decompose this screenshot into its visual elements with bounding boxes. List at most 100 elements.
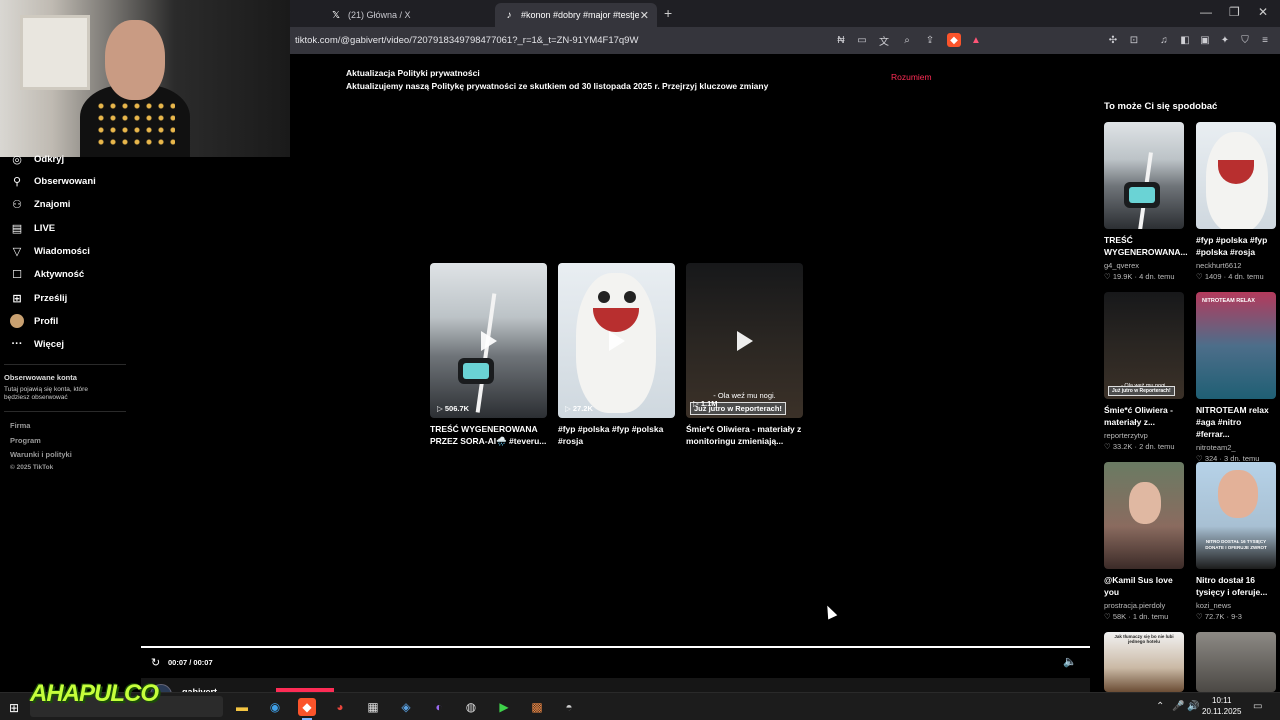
- policy-accept-button[interactable]: Rozumiem: [891, 72, 932, 82]
- screenshot-icon[interactable]: ⊡: [1127, 33, 1141, 47]
- menu-icon[interactable]: ≡: [1258, 33, 1272, 47]
- rec-caption[interactable]: #fyp #polska #fyp #polska #rosja: [1196, 235, 1276, 259]
- play-icon[interactable]: [736, 330, 753, 351]
- sidebar-item-przeslij[interactable]: ⊞ Prześlij: [10, 291, 67, 305]
- sidebar-item-odkryj[interactable]: ◎ Odkryj: [10, 152, 64, 166]
- video-card[interactable]: ▷ 506.7K TREŚĆ WYGENEROWANA PRZEZ SORA-A…: [430, 263, 547, 448]
- rec-card[interactable]: - Ola weź mu nogi. Już jutro w Reportera…: [1104, 292, 1184, 451]
- heart-icon: ♡: [1196, 271, 1203, 281]
- video-thumbnail[interactable]: ▷ 506.7K: [430, 263, 547, 418]
- video-caption[interactable]: TREŚĆ WYGENEROWANA PRZEZ SORA-AI🌧️ #teve…: [430, 423, 547, 448]
- rec-author[interactable]: neckhurt6612: [1196, 261, 1276, 270]
- rec-thumbnail[interactable]: Jak tłumaczy się bo nie lubi jednego hot…: [1104, 632, 1184, 692]
- rec-author[interactable]: reporterzytvp: [1104, 431, 1184, 440]
- new-tab-button[interactable]: +: [664, 5, 672, 21]
- rec-card[interactable]: #fyp #polska #fyp #polska #rosja neckhur…: [1196, 122, 1276, 281]
- rec-caption[interactable]: TREŚĆ WYGENEROWANA...: [1104, 235, 1188, 259]
- rec-thumbnail[interactable]: - Ola weź mu nogi. Już jutro w Reportera…: [1104, 292, 1184, 399]
- replay-icon[interactable]: ↻: [151, 656, 160, 669]
- brave-rewards-icon[interactable]: ▲: [969, 33, 983, 47]
- microphone-icon[interactable]: 🎤: [1172, 701, 1184, 712]
- sidebar-item-profil[interactable]: Profil: [10, 314, 58, 328]
- rec-caption[interactable]: Śmie*ć Oliwiera - materiały z...: [1104, 405, 1184, 429]
- video-card[interactable]: - Ola weź mu nogi. Już jutro w Reportera…: [686, 263, 803, 448]
- edge-icon[interactable]: ◉: [266, 698, 284, 716]
- video-card[interactable]: ▷ 27.2K #fyp #polska #fyp #polska #rosja: [558, 263, 675, 448]
- rec-thumbnail[interactable]: [1104, 462, 1184, 569]
- rec-thumbnail[interactable]: NITROTEAM RELAX: [1196, 292, 1276, 399]
- rec-card[interactable]: NITROTEAM RELAX NITROTEAM relax #aga #ni…: [1196, 292, 1276, 463]
- brave-shield-icon[interactable]: ◆: [947, 33, 961, 47]
- play-icon[interactable]: [608, 330, 625, 351]
- file-explorer-icon[interactable]: ▬: [233, 698, 251, 716]
- volume-icon[interactable]: 🔈: [1063, 655, 1077, 668]
- video-thumbnail[interactable]: - Ola weź mu nogi. Już jutro w Reportera…: [686, 263, 803, 418]
- chrome-icon[interactable]: ◕: [331, 698, 349, 716]
- video-progress-bar[interactable]: [141, 646, 1090, 648]
- zoom-icon[interactable]: ⌕: [900, 33, 914, 47]
- rec-author[interactable]: g4_qverex: [1104, 261, 1184, 270]
- speaker-icon[interactable]: 🔊: [1187, 701, 1199, 712]
- app-icon[interactable]: ▦: [364, 698, 382, 716]
- notifications-icon[interactable]: ▭: [1253, 701, 1262, 712]
- sidebar-item-znajomi[interactable]: ⚇ Znajomi: [10, 197, 70, 211]
- windows-start-icon[interactable]: ⊞: [9, 701, 19, 715]
- rec-author[interactable]: kozi_news: [1196, 601, 1276, 610]
- video-caption[interactable]: #fyp #polska #fyp #polska #rosja: [558, 423, 675, 448]
- brave-icon[interactable]: ◆: [298, 698, 316, 720]
- rec-author[interactable]: nitroteam2_: [1196, 443, 1276, 452]
- rec-card[interactable]: Jak tłumaczy się bo nie lubi jednego hot…: [1104, 632, 1184, 692]
- system-clock[interactable]: 10:11 20.11.2025: [1202, 696, 1241, 718]
- obs-icon[interactable]: ◍: [462, 698, 480, 716]
- translate-icon[interactable]: 文: [877, 33, 891, 48]
- extensions-icon[interactable]: ✣: [1106, 33, 1120, 47]
- sidebar-item-wiadomosci[interactable]: ▽ Wiadomości: [10, 244, 90, 258]
- sidebar-item-label: Więcej: [34, 338, 65, 350]
- restore-icon[interactable]: ❐: [1229, 5, 1240, 19]
- sidebar-item-aktywnosc[interactable]: ☐ Aktywność: [10, 267, 84, 281]
- no-tracking-icon[interactable]: ₦: [834, 33, 848, 47]
- rec-thumbnail[interactable]: [1104, 122, 1184, 229]
- rec-card[interactable]: TREŚĆ WYGENEROWANA... g4_qverex ♡ 19.9K …: [1104, 122, 1188, 281]
- tab-x[interactable]: 𝕏 (21) Główna / X: [330, 3, 490, 27]
- sidebar-item-label: Profil: [34, 315, 59, 327]
- video-thumbnail[interactable]: ▷ 27.2K: [558, 263, 675, 418]
- share-icon[interactable]: ⇪: [923, 33, 937, 47]
- rec-card[interactable]: @Kamil Sus love you prostracja.pierdoly …: [1104, 462, 1184, 621]
- app2-icon[interactable]: ▩: [528, 698, 546, 716]
- steam-icon[interactable]: ◈: [397, 698, 415, 716]
- rec-card[interactable]: NITRO DOSTAŁ 16 TYSIĘCY DONATE I OFERUJE…: [1196, 462, 1276, 621]
- tab-tiktok[interactable]: ♪ #konon #dobry #major #testjed ✕: [495, 3, 657, 27]
- close-tab-icon[interactable]: ✕: [640, 9, 649, 22]
- cast-icon[interactable]: ▭: [855, 33, 869, 47]
- sidebar-item-live[interactable]: ▤ LIVE: [10, 221, 55, 235]
- play-icon[interactable]: [480, 330, 497, 351]
- close-window-icon[interactable]: ✕: [1258, 5, 1268, 19]
- sidebar-item-obserwowani[interactable]: ⚲ Obserwowani: [10, 174, 96, 188]
- sidebar-item-wiecej[interactable]: ··· Więcej: [10, 337, 65, 351]
- rec-thumbnail[interactable]: NITRO DOSTAŁ 16 TYSIĘCY DONATE I OFERUJE…: [1196, 462, 1276, 569]
- leo-ai-icon[interactable]: ✦: [1218, 33, 1232, 47]
- rec-card[interactable]: [1196, 632, 1276, 692]
- rec-caption[interactable]: @Kamil Sus love you: [1104, 575, 1184, 599]
- sidebar-toggle-icon[interactable]: ◧: [1178, 33, 1192, 47]
- footer-link-program[interactable]: Program: [10, 436, 41, 445]
- rec-thumbnail[interactable]: [1196, 122, 1276, 229]
- video-caption[interactable]: Śmie*ć Oliwiera - materiały z monitoring…: [686, 423, 803, 448]
- media-icon[interactable]: ♫: [1157, 33, 1171, 47]
- tray-chevron-icon[interactable]: ⌃: [1156, 701, 1164, 712]
- rec-caption[interactable]: NITROTEAM relax #aga #nitro #ferrar...: [1196, 405, 1276, 441]
- footer-link-terms[interactable]: Warunki i polityki: [10, 450, 72, 459]
- vpn-icon[interactable]: ⛉: [1238, 33, 1252, 47]
- live-tv-icon: ▤: [11, 222, 23, 235]
- minimize-icon[interactable]: —: [1200, 5, 1212, 19]
- app3-icon[interactable]: ◓: [560, 698, 578, 716]
- discord-icon[interactable]: ◐: [430, 698, 448, 716]
- rec-author[interactable]: prostracja.pierdoly: [1104, 601, 1184, 610]
- rec-caption[interactable]: Nitro dostał 16 tysięcy i oferuje...: [1196, 575, 1276, 599]
- media-player-icon[interactable]: ▶: [495, 698, 513, 716]
- wallet-icon[interactable]: ▣: [1198, 33, 1212, 47]
- rec-thumbnail[interactable]: [1196, 632, 1276, 692]
- footer-link-firma[interactable]: Firma: [10, 421, 30, 430]
- url-field[interactable]: tiktok.com/@gabivert/video/7207918349798…: [295, 35, 638, 46]
